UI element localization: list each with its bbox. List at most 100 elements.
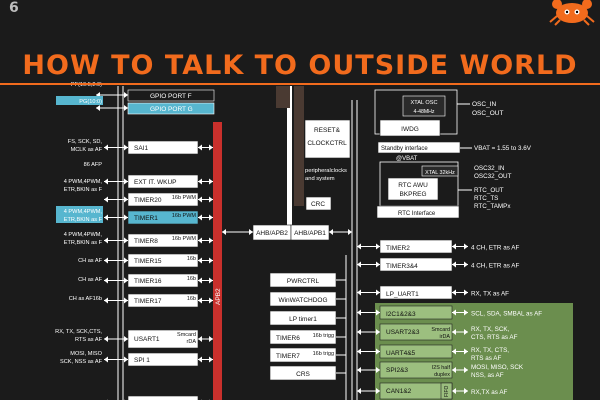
xtal-osc-freq: 4-48MHz bbox=[413, 109, 434, 115]
timer6-sub: 16b trigg bbox=[313, 333, 334, 339]
rtc-ts-label: RTC_TS bbox=[474, 195, 498, 202]
rtc-awu-label: RTC AWU bbox=[398, 182, 428, 189]
lpuart-label: LP_UART1 bbox=[386, 291, 419, 298]
xtal32-label: XTAL 32kHz bbox=[425, 170, 455, 176]
spi23-sub: duplex bbox=[434, 372, 450, 378]
block-timer16-sub: 16b bbox=[187, 276, 196, 282]
block-usart1-label: USART1 bbox=[134, 336, 160, 343]
block-gpio-port-f-label: GPIO PORT F bbox=[150, 93, 192, 100]
block-timer20-sub: 16b PWM bbox=[172, 195, 197, 201]
signal-label: MCLK as AF bbox=[71, 147, 103, 153]
signal-label: 86 AFP bbox=[84, 162, 103, 168]
timer7-label: TIMER7 bbox=[276, 353, 300, 360]
usart23-sub: irDA bbox=[440, 334, 451, 340]
i2c-signals: SCL, SDA, SMBAL as AF bbox=[471, 311, 542, 318]
signal-label: ETR,BKIN as F bbox=[64, 240, 103, 246]
rust-crab-logo-icon bbox=[549, 0, 595, 26]
signal-label: CH as AF bbox=[78, 258, 103, 264]
ahb-apb1-label: AHB/APB1 bbox=[294, 230, 326, 237]
timer34-label: TIMER3&4 bbox=[386, 263, 418, 270]
signal-label: ETR,BKIN as F bbox=[64, 217, 103, 223]
and-system-label: and system bbox=[305, 176, 335, 182]
xtal-osc-label: XTAL OSC bbox=[410, 100, 437, 106]
reset-label: RESET& bbox=[314, 127, 341, 134]
reset-clockctrl-block bbox=[304, 119, 351, 159]
rtc-tamp-label: RTC_TAMPx bbox=[474, 203, 511, 210]
apb2-label: APB2 bbox=[215, 288, 222, 305]
block-timer8-sub: 16b PWM bbox=[172, 236, 197, 242]
vbat-label: VBAT = 1.55 to 3.6V bbox=[474, 145, 532, 152]
signal-label: CH as AF16b bbox=[69, 296, 102, 302]
apb2-bus-bar bbox=[213, 122, 222, 400]
block-timer15-sub: 16b bbox=[187, 256, 196, 262]
block-timer1-sub: 16b PWM bbox=[172, 213, 197, 219]
title-underline bbox=[0, 83, 600, 85]
usart23-label: USART2&3 bbox=[386, 329, 420, 336]
spi23-label: SPI2&3 bbox=[386, 367, 408, 374]
slide: 6 APB2 GPIO PORT F GPIO PORT G SAI1 EXT IT. … bbox=[0, 0, 600, 400]
lp-timer1-label: LP timer1 bbox=[289, 316, 317, 323]
block-sai1-label: SAI1 bbox=[134, 145, 148, 152]
lpuart-signals: RX, TX as AF bbox=[471, 291, 509, 298]
uart45-label: UART4&5 bbox=[386, 350, 416, 357]
pwrctrl-label: PWRCTRL bbox=[287, 278, 320, 285]
rtc-interface-label: RTC Interface bbox=[398, 211, 436, 217]
signal-label: FS, SCK, SD, bbox=[68, 139, 103, 145]
osc-out-label: OSC_OUT bbox=[472, 110, 503, 117]
crc-label: CRC bbox=[311, 201, 325, 208]
rtc-out-label: RTC_OUT bbox=[474, 187, 504, 194]
signal-label: SCK, NSS as AF bbox=[60, 359, 103, 365]
block-timer1-label: TIMER1 bbox=[134, 215, 158, 222]
block-ext-it-wkup-label: EXT IT. WKUP bbox=[134, 179, 177, 186]
uart45-signals: RX, TX, CTS, bbox=[471, 347, 509, 354]
standby-label: Standby interface bbox=[381, 146, 428, 152]
bkpreg-label: BKPREG bbox=[399, 191, 426, 198]
block-timer20-label: TIMER20 bbox=[134, 197, 162, 204]
spi23-signals: MOSI, MISO, SCK bbox=[471, 364, 524, 371]
clock-bus-bar bbox=[294, 86, 304, 206]
signal-label: 4 PWM,4PWM, bbox=[64, 179, 103, 185]
page-title: HOW TO TALK TO OUTSIDE WORLD bbox=[22, 50, 578, 81]
osc32-in-label: OSC32_IN bbox=[474, 165, 505, 172]
block-timer15-label: TIMER15 bbox=[134, 258, 162, 265]
block-spi-1-label: SPI 1 bbox=[134, 357, 150, 364]
spi23-sub: I2S half bbox=[432, 365, 451, 371]
block-timer16-label: TIMER16 bbox=[134, 278, 162, 285]
spi23-signals: NSS, as AF bbox=[471, 372, 504, 379]
block-usart1-sub: rDA bbox=[187, 339, 197, 345]
ahb-apb2-label: AHB/APB2 bbox=[256, 230, 288, 237]
block-timer17-label: TIMER17 bbox=[134, 298, 162, 305]
block-gpio-port-g-label: GPIO PORT G bbox=[150, 106, 193, 113]
timer2-label: TIMER2 bbox=[386, 245, 410, 252]
winwatchdog-label: WinWATCHDOG bbox=[278, 297, 327, 304]
timer6-label: TIMER6 bbox=[276, 335, 300, 342]
can-signals: RX,TX as AF bbox=[471, 389, 508, 396]
timer34-signals: 4 CH, ETR as AF bbox=[471, 263, 519, 270]
osc32-out-label: OSC32_OUT bbox=[474, 173, 512, 180]
block-timer17-sub: 16b bbox=[187, 296, 196, 302]
usart23-signals: RX, TX, SCK, bbox=[471, 326, 510, 333]
signal-label: ETR,BKIN as F bbox=[64, 187, 103, 193]
ahb-bar-top bbox=[276, 86, 290, 108]
signal-label: 4 PWM,4PWM, bbox=[64, 232, 103, 238]
osc-in-label: OSC_IN bbox=[472, 101, 497, 108]
clockctrl-label: CLOCKCTRL bbox=[307, 140, 347, 147]
timer7-sub: 16b trigg bbox=[313, 351, 334, 357]
signal-label: RTS as AF bbox=[75, 337, 103, 343]
crs-label: CRS bbox=[296, 371, 310, 378]
signal-label: CH as AF bbox=[78, 277, 103, 283]
signal-label: PG(10:0) bbox=[79, 99, 102, 105]
iwdg-label: IWDG bbox=[401, 126, 419, 133]
can-label: CAN1&2 bbox=[386, 388, 412, 395]
usart23-signals: CTS, RTS as AF bbox=[471, 334, 518, 341]
block-timer8-label: TIMER8 bbox=[134, 238, 158, 245]
peripheral-clocks-label: peripheralclocks bbox=[305, 168, 347, 174]
timer2-signals: 4 CH, ETR as AF bbox=[471, 245, 519, 252]
uart45-signals: RTS as AF bbox=[471, 355, 501, 362]
signal-label: MOSI, MISO bbox=[70, 351, 102, 357]
i2c-label: I2C1&2&3 bbox=[386, 311, 416, 318]
usart23-sub: Smcard bbox=[431, 327, 450, 333]
block-usart1-sub: Smcard bbox=[177, 332, 196, 338]
fifo-label: FIFO bbox=[444, 386, 450, 397]
signal-label: RX, TX, SCK,CTS, bbox=[55, 329, 102, 335]
